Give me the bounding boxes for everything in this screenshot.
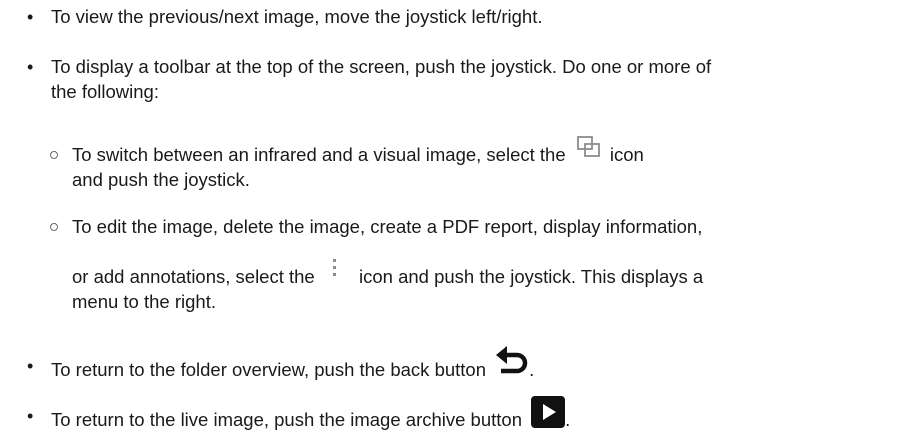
instruction-display-toolbar-line1: To display a toolbar at the top of the s…: [51, 56, 712, 77]
return-live-text: To return to the live image, push the im…: [51, 408, 522, 430]
switch-image-text: To switch between an infrared and a visu…: [72, 144, 566, 165]
bullet-marker: •: [27, 356, 34, 376]
return-folder-text: To return to the folder overview, push t…: [51, 358, 487, 380]
instruction-switch-image-line2: and push the joystick.: [72, 169, 250, 190]
switch-image-icon: [576, 136, 601, 158]
instruction-view-previous-next: To view the previous/next image, move th…: [51, 6, 543, 27]
return-live-period: .: [565, 408, 571, 430]
return-folder-period: .: [529, 358, 535, 380]
more-options-icon: [332, 258, 338, 278]
switch-image-icon-word: icon: [609, 144, 644, 165]
instruction-edit-image-line2: or add annotations, select the icon and …: [72, 259, 704, 288]
sub-bullet-marker: [50, 151, 58, 159]
instruction-return-live: To return to the live image, push the im…: [51, 396, 571, 437]
instructions-list: • To view the previous/next image, move …: [0, 0, 898, 447]
instruction-edit-image-line3: menu to the right.: [72, 291, 216, 312]
sub-bullet-marker: [50, 223, 58, 231]
instruction-display-toolbar-line2: the following:: [51, 81, 159, 102]
edit-image-text-after: icon and push the joystick. This display…: [359, 266, 704, 287]
instruction-switch-image-line1: To switch between an infrared and a visu…: [72, 136, 644, 167]
play-icon: [531, 396, 566, 428]
bullet-marker: •: [27, 57, 34, 77]
back-arrow-icon: [495, 345, 529, 377]
bullet-marker: •: [27, 406, 34, 426]
instruction-return-folder: To return to the folder overview, push t…: [51, 346, 535, 387]
edit-image-text: or add annotations, select the: [72, 266, 315, 287]
instruction-edit-image-line1: To edit the image, delete the image, cre…: [72, 216, 703, 237]
bullet-marker: •: [27, 7, 34, 27]
